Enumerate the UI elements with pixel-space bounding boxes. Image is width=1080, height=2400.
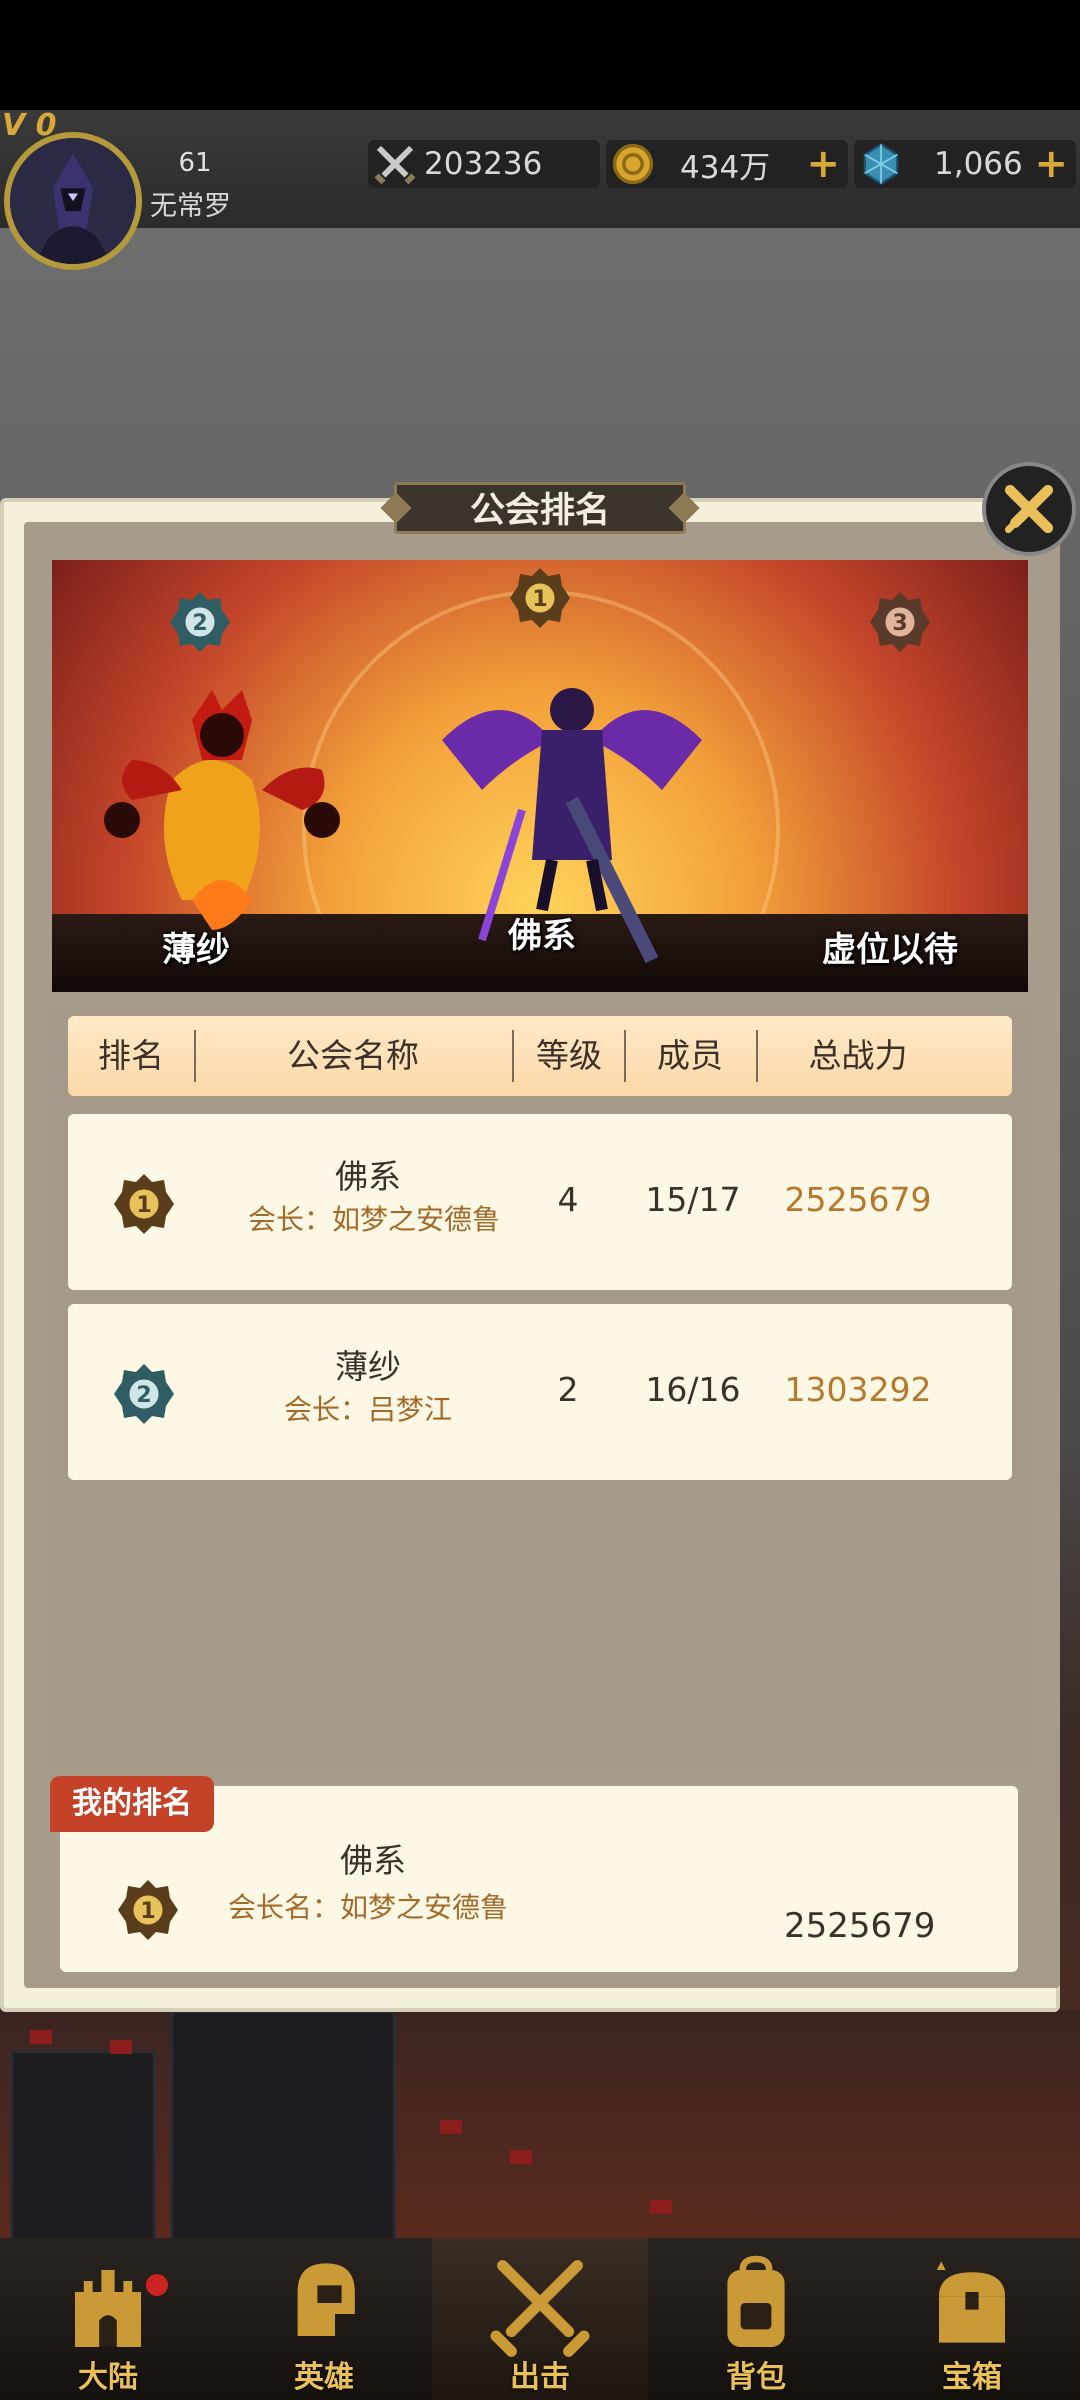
- rank-3-medal-icon: 3: [870, 592, 930, 652]
- guild-leader: 会长：吕梦江: [283, 1393, 452, 1426]
- podium-third-name: 虚位以待: [822, 930, 958, 970]
- world-map-bottom: [0, 2010, 1080, 2240]
- nav-treasure[interactable]: 宝箱: [864, 2238, 1080, 2400]
- nav-backpack[interactable]: 背包: [648, 2238, 864, 2400]
- notification-badge: [146, 2274, 168, 2296]
- player-name: 无常罗: [150, 191, 231, 222]
- guild-name: 佛系: [335, 1157, 401, 1196]
- flag: [650, 2200, 672, 2214]
- nav-attack[interactable]: 出击: [432, 2238, 648, 2400]
- gem-value: 1,066: [934, 146, 1023, 182]
- rank-2-medal-icon: 2: [170, 592, 230, 652]
- my-guild-leader: 会长名：如梦之安德鲁: [228, 1891, 509, 1924]
- castle-tower: [170, 2010, 396, 2240]
- nav-label: 宝箱: [942, 2360, 1002, 2395]
- rank-1-medal-icon: 1: [510, 568, 570, 628]
- guild-total-power: 1303292: [784, 1370, 932, 1409]
- combat-power-display: 203236: [368, 140, 600, 188]
- header-guild-name: 公会名称: [287, 1036, 419, 1075]
- add-gems-button[interactable]: +: [1034, 144, 1068, 184]
- nav-label: 出击: [510, 2360, 570, 2395]
- nav-label: 大陆: [78, 2360, 138, 2395]
- combat-power-value: 203236: [424, 146, 543, 182]
- podium-first-name: 佛系: [508, 916, 576, 956]
- flag: [440, 2120, 462, 2134]
- svg-text:2: 2: [136, 1383, 151, 1408]
- guild-name: 薄纱: [335, 1347, 401, 1386]
- backpack-icon: [727, 2255, 785, 2347]
- treasure-chest-icon: [936, 2261, 1005, 2343]
- table-header: 排名 公会名称 等级 成员 总战力: [68, 1016, 1012, 1096]
- header-level: 等级: [536, 1036, 602, 1075]
- gold-coin-icon: [612, 143, 654, 185]
- avatar[interactable]: [4, 132, 142, 270]
- table-row[interactable]: 2 薄纱 会长：吕梦江 2 16/16 1303292: [68, 1304, 1012, 1480]
- rank-2-medal-icon: 2: [114, 1364, 174, 1424]
- svg-text:3: 3: [892, 611, 907, 636]
- svg-text:1: 1: [532, 587, 547, 612]
- add-gold-button[interactable]: +: [806, 144, 840, 184]
- header-total-power: 总战力: [808, 1036, 908, 1075]
- top-three-podium: 2 1 3 薄纱 佛系 虚位以待: [52, 560, 1028, 992]
- svg-text:1: 1: [140, 1899, 155, 1924]
- guild-members: 16/16: [645, 1370, 741, 1409]
- nav-heroes[interactable]: 英雄: [216, 2238, 432, 2400]
- helmet-icon: [297, 2263, 355, 2336]
- podium-second-name: 薄纱: [162, 930, 230, 970]
- guild-level: 4: [557, 1180, 579, 1219]
- castle-wall: [10, 2050, 156, 2240]
- table-row[interactable]: 1 佛系 会长：如梦之安德鲁 4 15/17 2525679: [68, 1114, 1012, 1290]
- my-ranking-tag: 我的排名: [50, 1776, 214, 1832]
- panel-title: 公会排名: [394, 482, 686, 534]
- header-rank: 排名: [98, 1036, 164, 1075]
- nav-label: 英雄: [294, 2360, 354, 2395]
- flag: [30, 2030, 52, 2044]
- my-guild-power: 2525679: [784, 1906, 936, 1946]
- svg-text:1: 1: [136, 1193, 151, 1218]
- rank-1-medal-icon: 1: [118, 1880, 178, 1940]
- gem-display: 1,066 +: [854, 140, 1076, 188]
- rank-1-medal-icon: 1: [114, 1174, 174, 1234]
- second-place-hero-figure: [104, 690, 340, 930]
- my-guild-name: 佛系: [340, 1841, 406, 1880]
- svg-text:2: 2: [192, 611, 207, 636]
- gem-icon: [863, 143, 899, 185]
- flag: [110, 2040, 132, 2054]
- crossed-swords-icon: [490, 2260, 590, 2357]
- bottom-navigation: 大陆 英雄 出击 背包 宝箱: [0, 2238, 1080, 2400]
- nav-label: 背包: [726, 2360, 786, 2395]
- guild-leader: 会长：如梦之安德鲁: [248, 1203, 501, 1236]
- flag: [510, 2150, 532, 2164]
- guild-level: 2: [557, 1370, 579, 1409]
- close-button[interactable]: [982, 462, 1076, 556]
- nav-continent[interactable]: 大陆: [0, 2238, 216, 2400]
- close-icon: [1004, 484, 1054, 534]
- crossed-swords-icon: [374, 145, 416, 185]
- guild-members: 15/17: [645, 1180, 741, 1219]
- gold-display: 434万 +: [606, 140, 848, 188]
- castle-icon: [75, 2270, 141, 2347]
- header-members: 成员: [657, 1036, 723, 1075]
- player-level: 61: [178, 148, 212, 178]
- avatar-portrait-icon: [10, 138, 136, 264]
- guild-total-power: 2525679: [784, 1180, 932, 1219]
- gold-value: 434万: [680, 149, 771, 186]
